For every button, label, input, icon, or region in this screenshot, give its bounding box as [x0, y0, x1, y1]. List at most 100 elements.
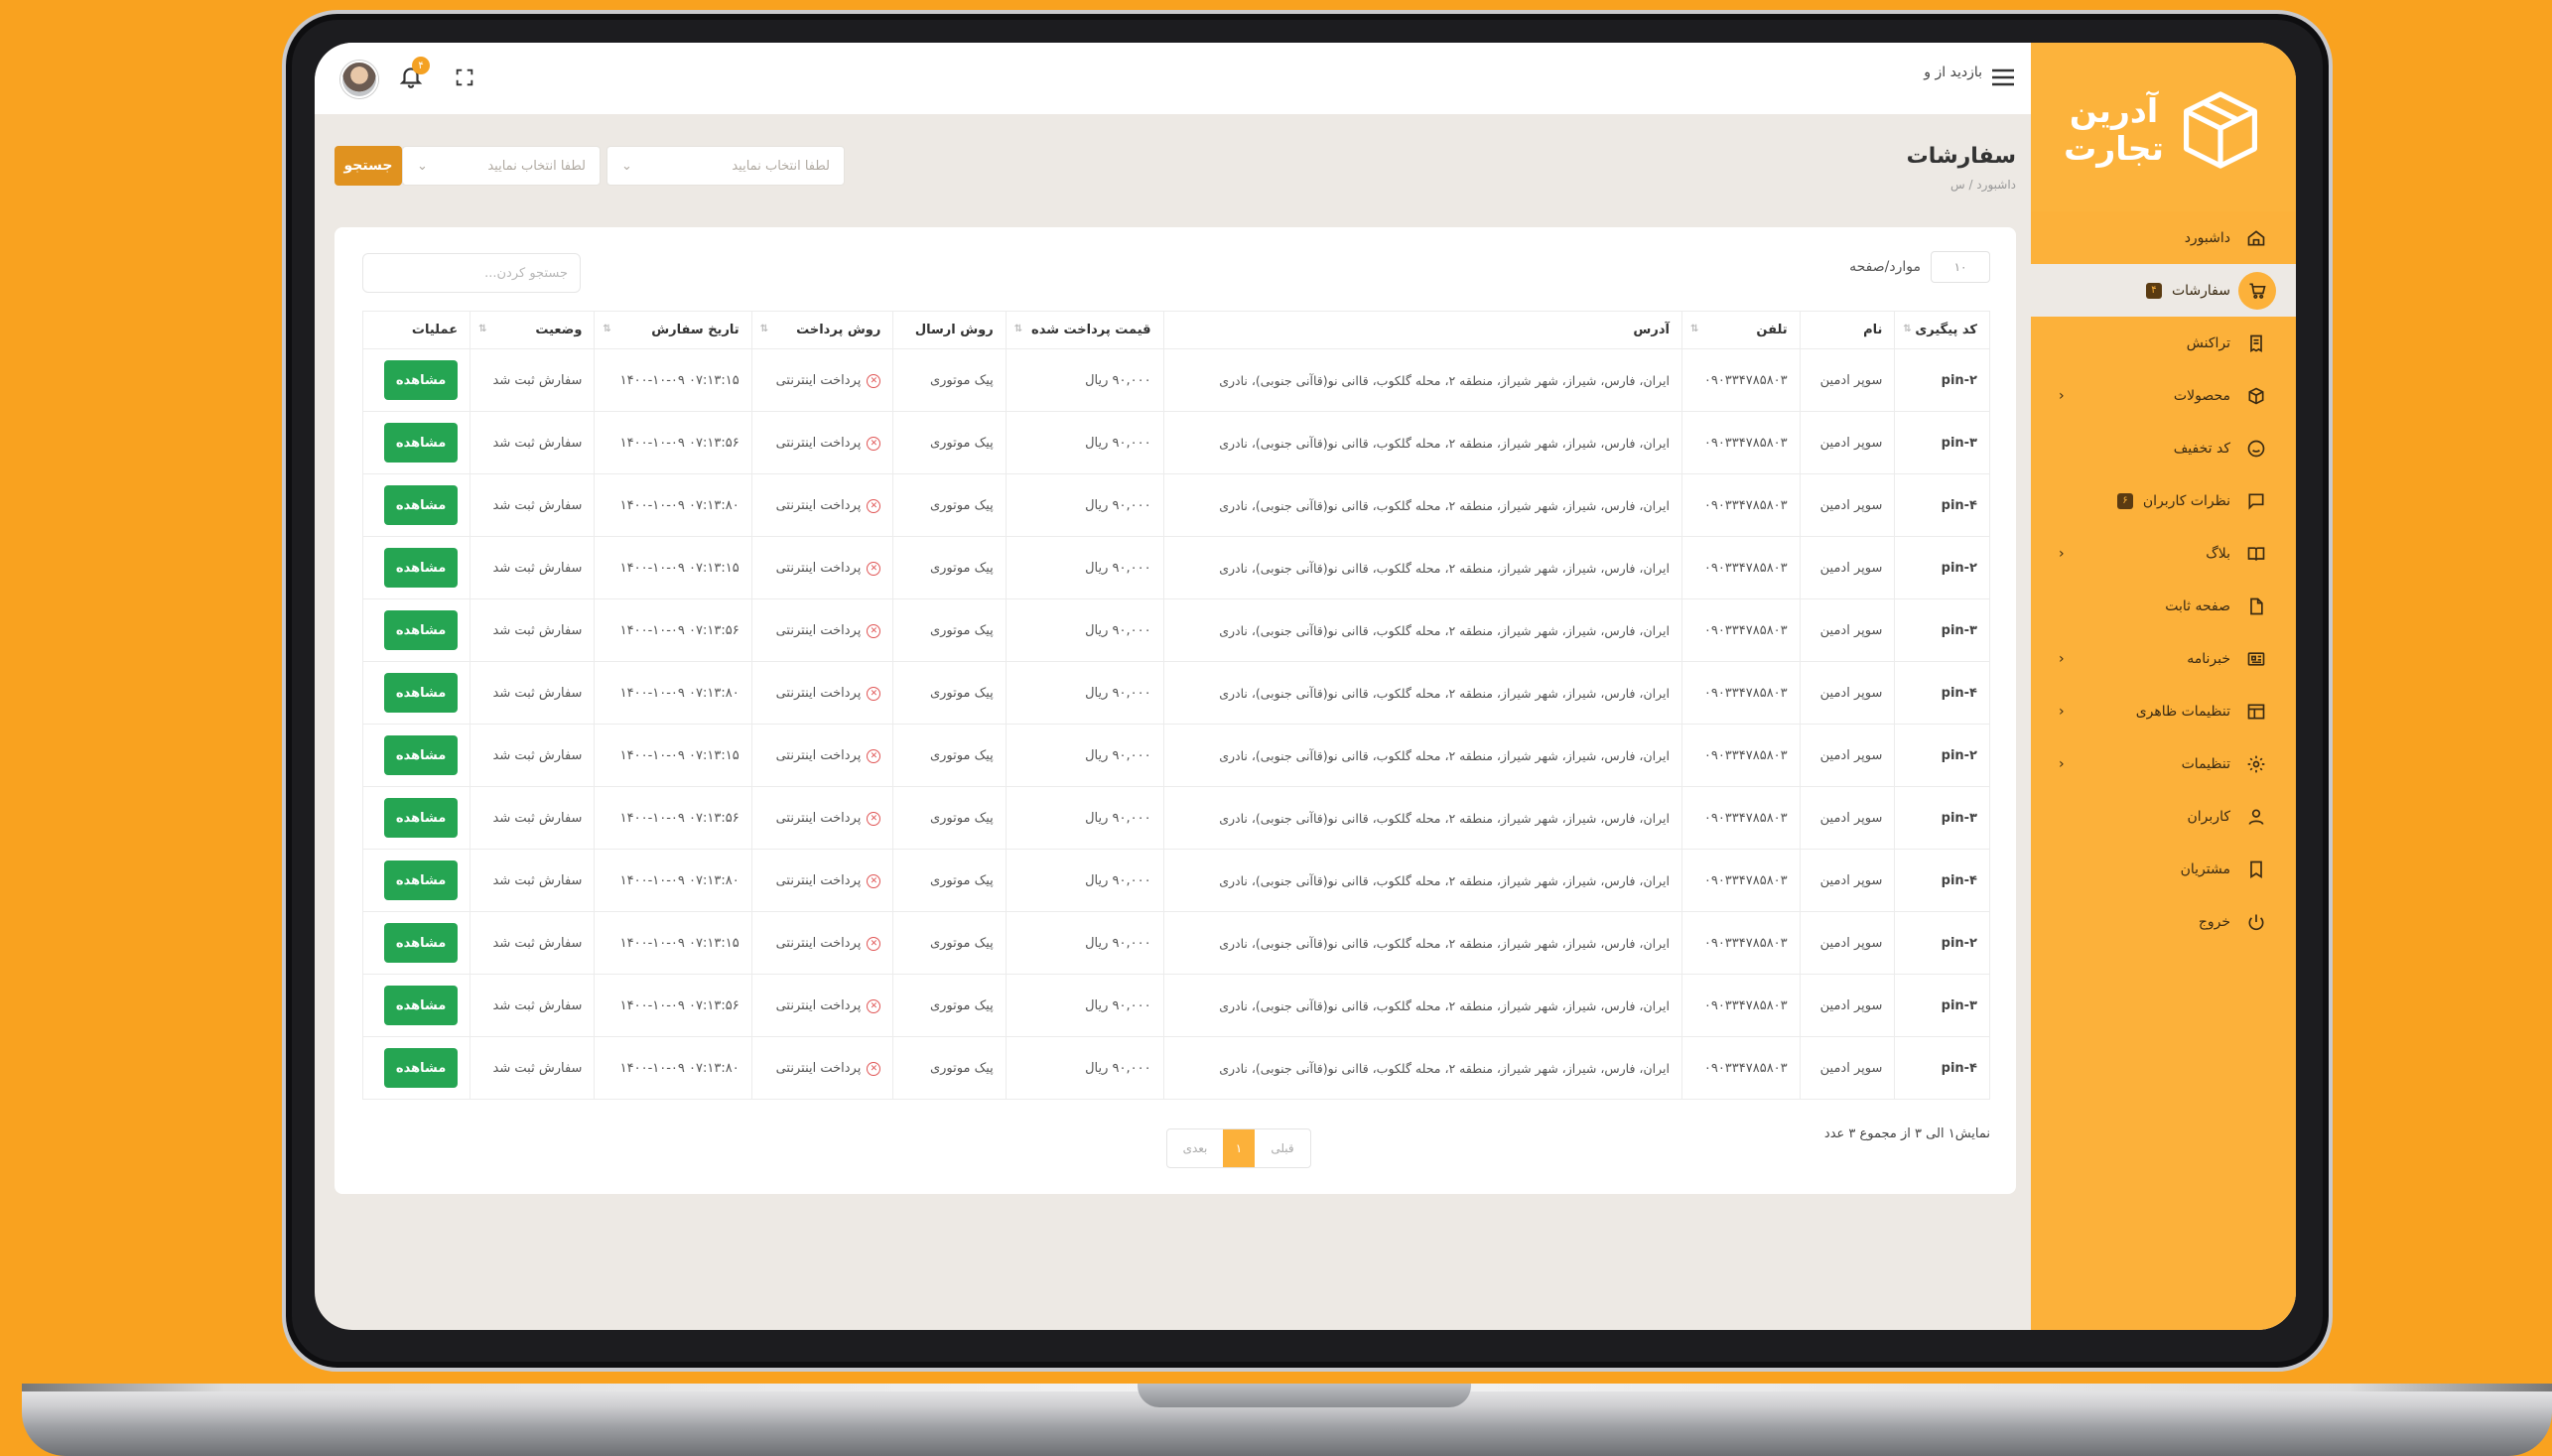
filter-select-2[interactable]: لطفا انتخاب نمایید ⌄: [606, 146, 845, 186]
sidebar-item-label: محصولات: [2173, 387, 2230, 404]
pagination: بعدی ۱ قبلی: [1166, 1128, 1311, 1168]
chevron-left-icon[interactable]: ‹: [2059, 546, 2065, 562]
cell-price: ۹۰,۰۰۰ ریال: [1005, 348, 1164, 412]
view-order-button[interactable]: مشاهده: [384, 548, 459, 588]
search-button[interactable]: جستجو: [335, 146, 402, 186]
breadcrumb[interactable]: داشبورد / س: [1724, 178, 2016, 192]
column-header[interactable]: تاریخ سفارش ⇅: [594, 311, 752, 349]
sidebar: آدرین تجارت داشبورد سفارشات ۴ تراکنش محصولات ‹…: [2031, 43, 2296, 1330]
filter-bar: جستجو لطفا انتخاب نمایید ⌄ لطفا انتخاب نم…: [335, 146, 845, 186]
cell-payment: ✕ پرداخت اینترنتی: [750, 1036, 894, 1100]
view-order-button[interactable]: مشاهده: [384, 986, 459, 1025]
view-order-button[interactable]: مشاهده: [384, 798, 459, 838]
failed-x-icon: ✕: [867, 623, 881, 638]
sort-icon[interactable]: ⇅: [1690, 324, 1698, 334]
sort-icon[interactable]: ⇅: [1014, 324, 1022, 334]
column-header-label: نام: [1863, 323, 1883, 337]
sidebar-item-file[interactable]: صفحه ثابت: [2031, 580, 2296, 632]
sort-icon[interactable]: ⇅: [760, 324, 768, 334]
column-header[interactable]: کد پیگیری ⇅: [1894, 311, 1990, 349]
view-order-button[interactable]: مشاهده: [384, 1048, 459, 1088]
prev-page-button[interactable]: قبلی: [1255, 1129, 1310, 1167]
cell-date: ۰۷:۱۳:۵۶ ۱۴۰۰-۱۰-۰۹: [594, 598, 752, 662]
sort-icon[interactable]: ⇅: [478, 324, 486, 334]
sidebar-item-box[interactable]: محصولات ‹: [2031, 369, 2296, 422]
cell-date: ۰۷:۱۳:۱۵ ۱۴۰۰-۱۰-۰۹: [594, 724, 752, 787]
cell-tracking-code: pin-۳: [1894, 411, 1990, 474]
cell-price: ۹۰,۰۰۰ ریال: [1005, 661, 1164, 725]
column-header[interactable]: وضعیت ⇅: [470, 311, 596, 349]
table-row: pin-۲ سوپر ادمین ۰۹۰۳۳۴۷۸۵۸۰۳ ایران، فارس، …: [361, 724, 1990, 787]
view-order-button[interactable]: مشاهده: [384, 360, 459, 400]
table-row: pin-۲ سوپر ادمین ۰۹۰۳۳۴۷۸۵۸۰۳ ایران، فارس، …: [361, 536, 1990, 599]
cell-payment: ✕ پرداخت اینترنتی: [750, 661, 894, 725]
column-header[interactable]: عملیات: [361, 311, 471, 349]
sidebar-item-book[interactable]: بلاگ ‹: [2031, 527, 2296, 580]
column-header[interactable]: آدرس: [1162, 311, 1682, 349]
cell-status: سفارش ثبت شد: [470, 536, 596, 599]
cell-address: ایران، فارس، شیراز، شهر شیراز، منطقه ۲، …: [1162, 786, 1682, 850]
chevron-left-icon[interactable]: ‹: [2059, 388, 2065, 404]
cell-address: ایران، فارس، شیراز، شهر شیراز، منطقه ۲، …: [1162, 849, 1682, 912]
cell-shipping: پیک موتوری: [892, 598, 1007, 662]
sidebar-item-label: تنظیمات: [2181, 755, 2230, 772]
chevron-left-icon[interactable]: ‹: [2059, 704, 2065, 720]
table-row: pin-۲ سوپر ادمین ۰۹۰۳۳۴۷۸۵۸۰۳ ایران، فارس، …: [361, 348, 1990, 412]
chevron-down-icon: ⌄: [621, 158, 632, 174]
sidebar-item-home[interactable]: داشبورد: [2031, 211, 2296, 264]
cell-address: ایران، فارس، شیراز، شهر شیراز، منطقه ۲، …: [1162, 974, 1682, 1037]
view-order-button[interactable]: مشاهده: [384, 610, 459, 650]
fullscreen-icon[interactable]: [454, 66, 475, 88]
sidebar-item-comment[interactable]: نظرات کاربران ۶: [2031, 474, 2296, 527]
chevron-left-icon[interactable]: ‹: [2059, 651, 2065, 667]
sidebar-item-user[interactable]: کاربران: [2031, 790, 2296, 843]
payment-method-label: پرداخت اینترنتی: [775, 686, 862, 702]
per-page-select[interactable]: ۱۰: [1931, 251, 1990, 283]
sidebar-nav: داشبورد سفارشات ۴ تراکنش محصولات ‹ کد تخفیف نظر…: [2031, 211, 2296, 948]
cell-phone: ۰۹۰۳۳۴۷۸۵۸۰۳: [1680, 348, 1801, 412]
column-header[interactable]: روش ارسال: [892, 311, 1007, 349]
sidebar-item-smile[interactable]: کد تخفیف: [2031, 422, 2296, 474]
view-order-button[interactable]: مشاهده: [384, 673, 459, 713]
view-order-button[interactable]: مشاهده: [384, 860, 459, 900]
cell-status: سفارش ثبت شد: [470, 411, 596, 474]
table-search-input[interactable]: جستجو کردن...: [362, 253, 581, 293]
failed-x-icon: ✕: [867, 998, 881, 1013]
view-order-button[interactable]: مشاهده: [384, 735, 459, 775]
column-header-label: وضعیت: [535, 323, 583, 337]
brand-logo[interactable]: آدرین تجارت: [2031, 43, 2296, 211]
avatar[interactable]: [340, 61, 378, 98]
column-header[interactable]: تلفن ⇅: [1680, 311, 1801, 349]
view-order-button[interactable]: مشاهده: [384, 423, 459, 463]
view-order-button[interactable]: مشاهده: [384, 485, 459, 525]
sidebar-item-bookmark[interactable]: مشتریان: [2031, 843, 2296, 895]
failed-x-icon: ✕: [867, 873, 881, 888]
sidebar-item-gear[interactable]: تنظیمات ‹: [2031, 737, 2296, 790]
sidebar-item-receipt[interactable]: تراکنش: [2031, 317, 2296, 369]
sidebar-item-power[interactable]: خروج: [2031, 895, 2296, 948]
table-row: pin-۳ سوپر ادمین ۰۹۰۳۳۴۷۸۵۸۰۳ ایران، فارس، …: [361, 598, 1990, 662]
sort-icon[interactable]: ⇅: [1903, 324, 1911, 334]
sidebar-item-layout[interactable]: تنظیمات ظاهری ‹: [2031, 685, 2296, 737]
cell-actions: مشاهده: [361, 724, 471, 787]
next-page-button[interactable]: بعدی: [1167, 1129, 1223, 1167]
current-page-button[interactable]: ۱: [1223, 1129, 1255, 1167]
menu-toggle-icon[interactable]: [1992, 68, 2014, 86]
cell-address: ایران، فارس، شیراز، شهر شیراز، منطقه ۲، …: [1162, 536, 1682, 599]
cell-actions: مشاهده: [361, 536, 471, 599]
column-header[interactable]: روش پرداخت ⇅: [750, 311, 894, 349]
view-order-button[interactable]: مشاهده: [384, 923, 459, 963]
cell-name: سوپر ادمین: [1799, 661, 1896, 725]
sidebar-item-label: خروج: [2198, 913, 2230, 930]
sort-icon[interactable]: ⇅: [603, 324, 610, 334]
column-header[interactable]: قیمت پرداخت شده ⇅: [1005, 311, 1164, 349]
filter-select-1[interactable]: لطفا انتخاب نمایید ⌄: [402, 146, 601, 186]
chevron-left-icon[interactable]: ‹: [2059, 756, 2065, 772]
column-header-label: تلفن: [1756, 323, 1788, 337]
sidebar-item-cart[interactable]: سفارشات ۴: [2031, 264, 2296, 317]
cell-date: ۰۷:۱۳:۵۶ ۱۴۰۰-۱۰-۰۹: [594, 974, 752, 1037]
column-header-label: آدرس: [1633, 323, 1670, 337]
visit-site-link[interactable]: بازدید از و: [1903, 65, 1982, 80]
sidebar-item-newsletter[interactable]: خبرنامه ‹: [2031, 632, 2296, 685]
column-header[interactable]: نام: [1799, 311, 1896, 349]
